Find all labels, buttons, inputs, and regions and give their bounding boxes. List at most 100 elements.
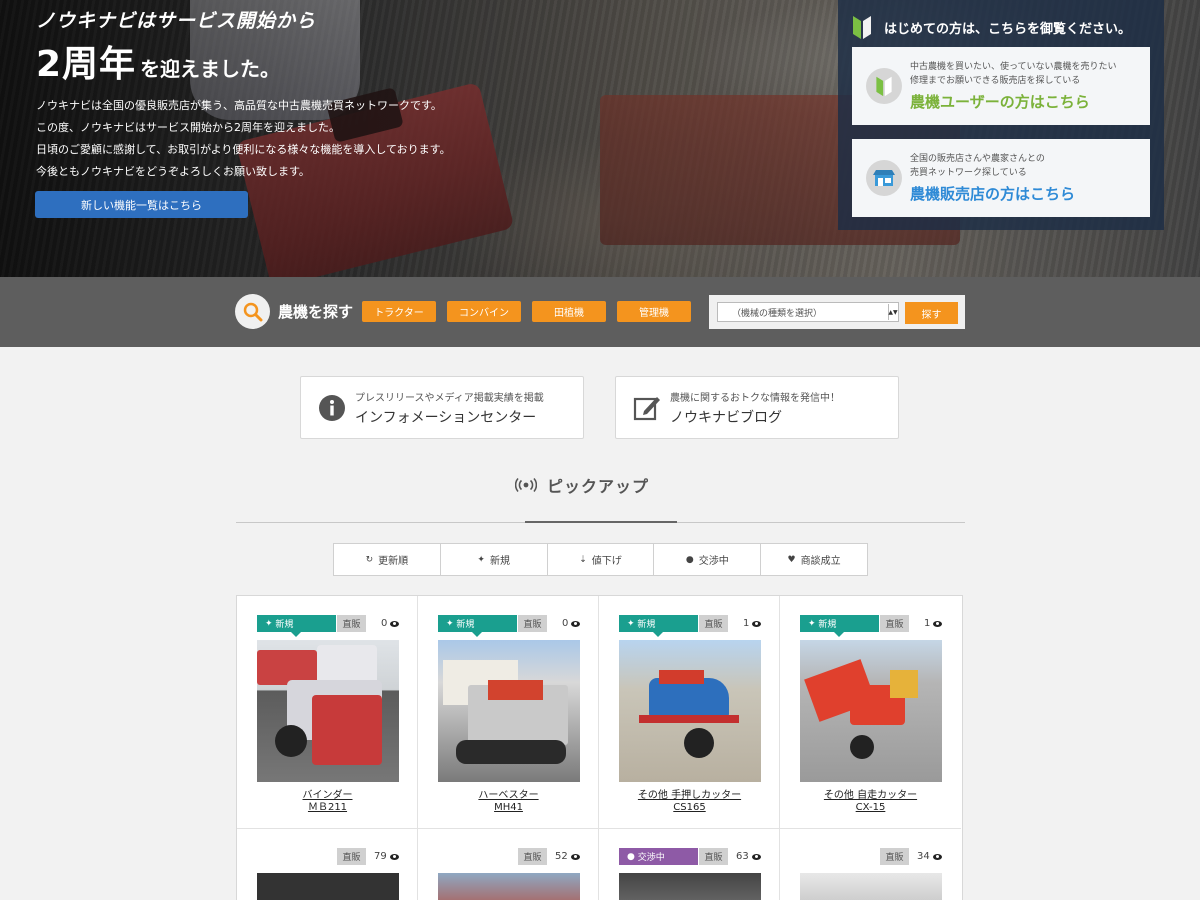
listing-image[interactable] — [800, 873, 942, 900]
search-submit-button[interactable]: 探す — [905, 302, 958, 324]
first-time-title-text: はじめての方は、こちらを御覧ください。 — [884, 21, 1132, 37]
heart-icon: ♥ — [787, 554, 796, 565]
info-icon — [319, 394, 345, 421]
user-guide-link[interactable]: 農機ユーザーの方はこちら — [910, 91, 1117, 112]
view-count-value: 0 — [381, 618, 388, 629]
new-icon: ✦ — [627, 618, 635, 629]
hero-headline-suffix: を迎えました。 — [140, 57, 281, 81]
direct-sale-badge: 直販 — [880, 615, 909, 632]
tab-updated[interactable]: ↻ 更新順 — [334, 544, 441, 575]
listing-model: MH41 — [494, 802, 523, 813]
category-tractor-button[interactable]: トラクター — [362, 301, 436, 322]
sparkle-icon: ✦ — [477, 554, 485, 565]
listing-model: CS165 — [673, 802, 706, 813]
search-label: 農機を探す — [278, 303, 354, 321]
view-count: 1 — [743, 615, 762, 632]
listing-caption[interactable]: その他 自走カッター CX-15 — [780, 790, 961, 814]
listing-image[interactable] — [800, 640, 942, 782]
listing-card[interactable]: ✦ 新規 直販 1 その他 手押しカッター CS165 — [599, 596, 780, 829]
eye-icon — [933, 620, 943, 627]
listing-card[interactable]: 直販 52 — [418, 829, 599, 900]
listing-caption[interactable]: その他 手押しカッター CS165 — [599, 790, 780, 814]
tab-negotiating[interactable]: ● 交渉中 — [654, 544, 762, 575]
new-badge: ✦ 新規 — [257, 615, 336, 637]
listing-model: ＭＢ211 — [307, 802, 348, 813]
view-count: 0 — [381, 615, 400, 632]
tab-deal-closed[interactable]: ♥ 商談成立 — [761, 544, 867, 575]
listing-card[interactable]: 直販 34 — [780, 829, 961, 900]
listing-caption[interactable]: ハーベスター MH41 — [418, 790, 599, 814]
hero-banner: ノウキナビはサービス開始から 2周年 を迎えました。 ノウキナビは全国の優良販売… — [0, 0, 1200, 277]
hero-desc-line: ノウキナビは全国の優良販売店が集う、高品質な中古農機売買ネットワークです。 — [36, 99, 442, 112]
view-count-value: 79 — [374, 851, 387, 862]
new-badge-label: 新規 — [456, 620, 475, 630]
listing-image[interactable] — [438, 640, 580, 782]
tab-label: 更新順 — [378, 556, 409, 567]
blog-link[interactable]: 農機に関するおトクな情報を発信中！ ノウキナビブログ — [615, 376, 899, 439]
new-badge: ✦ 新規 — [438, 615, 517, 637]
first-time-title: はじめての方は、こちらを御覧ください。 — [852, 14, 1131, 40]
new-icon: ✦ — [808, 618, 816, 629]
refresh-icon: ↻ — [365, 554, 374, 565]
tab-label: 交渉中 — [698, 556, 729, 567]
chat-icon: ● — [627, 851, 635, 862]
negotiating-badge: ● 交渉中 — [619, 848, 698, 865]
category-cultivator-button[interactable]: 管理機 — [617, 301, 691, 322]
view-count-value: 0 — [562, 618, 569, 629]
listing-card[interactable]: ✦ 新規 直販 0 ハーベスター MH41 — [418, 596, 599, 829]
dealer-guide-link[interactable]: 農機販売店の方はこちら — [910, 183, 1075, 204]
view-count: 34 — [917, 848, 942, 865]
view-count-value: 52 — [555, 851, 568, 862]
eye-icon — [752, 620, 762, 627]
new-icon: ✦ — [446, 618, 454, 629]
listing-image[interactable] — [257, 640, 399, 782]
machine-type-select[interactable]: （機械の種類を選択） ▲▼ — [717, 302, 899, 322]
listing-image[interactable] — [438, 873, 580, 900]
eye-icon — [389, 853, 399, 860]
machine-type-select-value: （機械の種類を選択） — [732, 308, 823, 319]
user-guide-line: 中古農機を買いたい、使っていない農機を売りたい — [910, 62, 1117, 72]
new-features-button[interactable]: 新しい機能一覧はこちら — [35, 191, 248, 218]
user-guide-text: 中古農機を買いたい、使っていない農機を売りたい 修理までお願いできる販売店を探し… — [910, 60, 1117, 112]
listing-card[interactable]: ✦ 新規 直販 1 その他 自走カッター CX-15 — [780, 596, 961, 829]
hero-desc-line: 日頃のご愛顧に感謝して、お取引がより便利になる様々な機能を導入しております。 — [36, 143, 451, 156]
eye-icon — [570, 853, 580, 860]
broadcast-icon — [515, 478, 537, 492]
pickup-title: ピックアップ — [547, 477, 650, 496]
pickup-divider-accent — [525, 521, 677, 523]
tab-label: 商談成立 — [800, 556, 841, 567]
listing-card[interactable]: ● 交渉中 直販 63 — [599, 829, 780, 900]
category-rice-planter-button[interactable]: 田植機 — [532, 301, 606, 322]
direct-sale-badge: 直販 — [518, 848, 547, 865]
listing-caption[interactable]: バインダー ＭＢ211 — [237, 790, 418, 814]
listing-image[interactable] — [257, 873, 399, 900]
dealer-guide-text: 全国の販売店さんや農家さんとの 売買ネットワーク探している 農機販売店の方はこち… — [910, 152, 1075, 204]
tab-price-down[interactable]: ⇣ 値下げ — [548, 544, 655, 575]
hero-subtitle: ノウキナビはサービス開始から — [36, 10, 317, 32]
information-center-caption: プレスリリースやメディア掲載実績を掲載 — [355, 392, 544, 404]
view-count: 79 — [374, 848, 399, 865]
blog-caption: 農機に関するおトクな情報を発信中！ — [670, 392, 840, 404]
listing-card[interactable]: 直販 79 — [237, 829, 418, 900]
user-guide-line: 修理までお願いできる販売店を探している — [910, 76, 1081, 86]
listing-image[interactable] — [619, 640, 761, 782]
user-guide-card[interactable]: 中古農機を買いたい、使っていない農機を売りたい 修理までお願いできる販売店を探し… — [852, 47, 1150, 125]
category-combine-button[interactable]: コンバイン — [447, 301, 521, 322]
shop-icon — [866, 160, 902, 196]
direct-sale-badge: 直販 — [337, 615, 366, 632]
tab-new[interactable]: ✦ 新規 — [441, 544, 548, 575]
hero-headline: 2周年 を迎えました。 — [36, 35, 316, 87]
eye-icon — [751, 853, 761, 860]
view-count-value: 63 — [736, 851, 749, 862]
view-count-value: 1 — [924, 618, 931, 629]
dealer-guide-line: 売買ネットワーク探している — [910, 168, 1027, 178]
listing-image[interactable] — [619, 873, 761, 900]
direct-sale-badge: 直販 — [699, 848, 728, 865]
direct-sale-badge: 直販 — [699, 615, 728, 632]
listing-name: その他 手押しカッター — [637, 790, 742, 801]
information-center-link[interactable]: プレスリリースやメディア掲載実績を掲載 インフォメーションセンター — [300, 376, 584, 439]
eye-icon — [390, 620, 400, 627]
dealer-guide-card[interactable]: 全国の販売店さんや農家さんとの 売買ネットワーク探している 農機販売店の方はこち… — [852, 139, 1150, 217]
listing-card[interactable]: ✦ 新規 直販 0 バインダー ＭＢ211 — [237, 596, 418, 829]
information-center-title: インフォメーションセンター — [355, 409, 537, 426]
